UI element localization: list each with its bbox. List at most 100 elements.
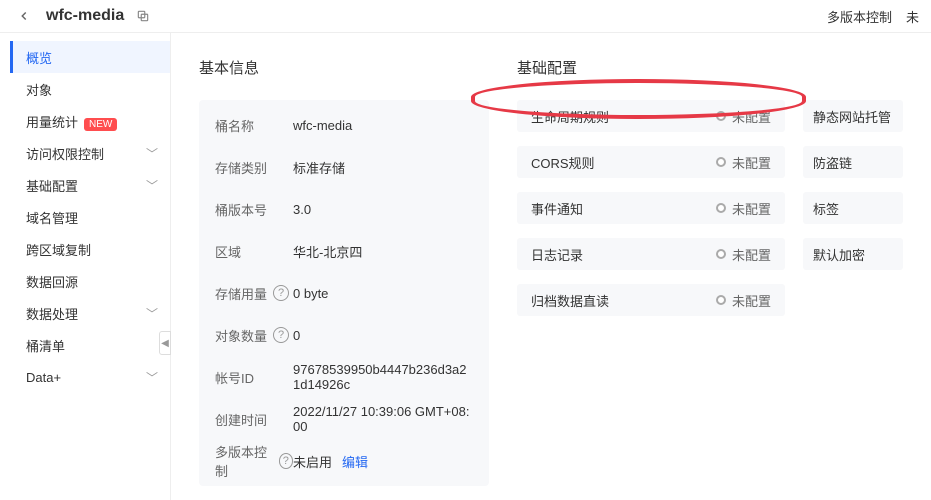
basic-config-title: 基础配置	[517, 57, 903, 78]
config-item-label: 标签	[813, 199, 839, 218]
config-item-归档数据直读[interactable]: 归档数据直读 未配置	[517, 284, 785, 316]
sidebar-item-8[interactable]: 数据处理 ﹀	[10, 297, 170, 329]
info-value: 0	[293, 328, 300, 343]
info-label: 对象数量?	[215, 326, 293, 345]
sidebar-collapse-handle[interactable]: ◀	[159, 331, 171, 355]
info-label: 桶版本号	[215, 200, 293, 219]
info-label: 区域	[215, 242, 293, 261]
info-value: 0 byte	[293, 286, 328, 301]
info-value: 2022/11/27 10:39:06 GMT+08:00	[293, 404, 473, 434]
config-item-label: CORS规则	[531, 153, 595, 172]
config-item-标签[interactable]: 标签	[803, 192, 903, 224]
config-item-label: 事件通知	[531, 199, 583, 218]
config-item-静态网站托管[interactable]: 静态网站托管	[803, 100, 903, 132]
status-dot-icon	[716, 111, 726, 121]
sidebar-item-2[interactable]: 用量统计NEW	[10, 105, 170, 137]
config-item-默认加密[interactable]: 默认加密	[803, 238, 903, 270]
status-badge: 未配置	[716, 245, 771, 264]
info-row-2: 桶版本号3.0	[215, 188, 473, 230]
chevron-down-icon: ﹀	[146, 305, 158, 322]
info-label: 多版本控制?	[215, 442, 293, 480]
header-link-truncated[interactable]: 未	[906, 7, 919, 26]
sidebar-item-1[interactable]: 对象	[10, 73, 170, 105]
sidebar-item-10[interactable]: Data+ ﹀	[10, 361, 170, 393]
sidebar-item-label: Data+	[26, 370, 61, 385]
config-item-label: 静态网站托管	[813, 107, 891, 126]
config-item-防盗链[interactable]: 防盗链	[803, 146, 903, 178]
sidebar-item-label: 访问权限控制	[26, 144, 104, 163]
help-icon[interactable]: ?	[273, 285, 289, 301]
sidebar-item-4[interactable]: 基础配置 ﹀	[10, 169, 170, 201]
config-item-label: 生命周期规则	[531, 107, 609, 126]
sidebar-item-label: 数据回源	[26, 272, 78, 291]
sidebar: 概览对象用量统计NEW 访问权限控制 ﹀ 基础配置 ﹀ 域名管理跨区域复制数据回源数据处理…	[0, 33, 171, 500]
status-dot-icon	[716, 249, 726, 259]
sidebar-item-label: 域名管理	[26, 208, 78, 227]
sidebar-item-label: 桶清单	[26, 336, 65, 355]
sidebar-item-5[interactable]: 域名管理	[10, 201, 170, 233]
config-item-label: 默认加密	[813, 245, 865, 264]
header-actions: 多版本控制 未	[827, 7, 919, 26]
sidebar-item-label: 数据处理	[26, 304, 78, 323]
info-label: 存储用量?	[215, 284, 293, 303]
info-value: wfc-media	[293, 118, 352, 133]
sidebar-item-label: 概览	[26, 48, 52, 67]
status-dot-icon	[716, 157, 726, 167]
new-badge: NEW	[84, 118, 117, 131]
info-value: 3.0	[293, 202, 311, 217]
sidebar-item-3[interactable]: 访问权限控制 ﹀	[10, 137, 170, 169]
status-badge: 未配置	[716, 153, 771, 172]
info-row-1: 存储类别标准存储	[215, 146, 473, 188]
info-label: 存储类别	[215, 158, 293, 177]
sidebar-item-label: 基础配置	[26, 176, 78, 195]
status-dot-icon	[716, 203, 726, 213]
config-item-label: 日志记录	[531, 245, 583, 264]
info-label: 帐号ID	[215, 368, 293, 387]
chevron-down-icon: ﹀	[146, 145, 158, 162]
info-value: 标准存储	[293, 158, 345, 177]
info-row-7: 创建时间2022/11/27 10:39:06 GMT+08:00	[215, 398, 473, 440]
back-button[interactable]	[12, 4, 36, 28]
info-label: 桶名称	[215, 116, 293, 135]
chevron-down-icon: ﹀	[146, 369, 158, 386]
copy-icon[interactable]	[134, 7, 152, 25]
main-content: 基本信息 桶名称wfc-media存储类别标准存储桶版本号3.0区域华北-北京四…	[171, 33, 931, 500]
sidebar-item-7[interactable]: 数据回源	[10, 265, 170, 297]
config-col-left: 生命周期规则未配置CORS规则未配置事件通知未配置日志记录未配置归档数据直读未配…	[517, 100, 785, 316]
info-value: 华北-北京四	[293, 242, 362, 261]
config-item-事件通知[interactable]: 事件通知 未配置	[517, 192, 785, 224]
sidebar-item-label: 用量统计NEW	[26, 112, 117, 131]
page-title: wfc-media	[46, 7, 124, 25]
sidebar-item-label: 对象	[26, 80, 52, 99]
sidebar-item-6[interactable]: 跨区域复制	[10, 233, 170, 265]
info-row-3: 区域华北-北京四	[215, 230, 473, 272]
sidebar-item-9[interactable]: 桶清单	[10, 329, 170, 361]
config-col-right: 静态网站托管防盗链标签默认加密	[803, 100, 903, 316]
config-item-CORS规则[interactable]: CORS规则 未配置	[517, 146, 785, 178]
chevron-down-icon: ﹀	[146, 177, 158, 194]
help-icon[interactable]: ?	[279, 453, 293, 469]
basic-info-title: 基本信息	[199, 57, 489, 78]
header-link-versioning[interactable]: 多版本控制	[827, 7, 892, 26]
info-row-0: 桶名称wfc-media	[215, 104, 473, 146]
config-item-生命周期规则[interactable]: 生命周期规则 未配置	[517, 100, 785, 132]
help-icon[interactable]: ?	[273, 327, 289, 343]
status-badge: 未配置	[716, 107, 771, 126]
status-dot-icon	[716, 295, 726, 305]
config-item-label: 归档数据直读	[531, 291, 609, 310]
sidebar-item-0[interactable]: 概览	[10, 41, 170, 73]
info-value: 未启用编辑	[293, 452, 368, 471]
config-item-label: 防盗链	[813, 153, 852, 172]
edit-link[interactable]: 编辑	[342, 452, 368, 471]
info-row-8: 多版本控制?未启用编辑	[215, 440, 473, 482]
basic-info-panel: 桶名称wfc-media存储类别标准存储桶版本号3.0区域华北-北京四存储用量?…	[199, 100, 489, 486]
info-row-4: 存储用量?0 byte	[215, 272, 473, 314]
config-item-日志记录[interactable]: 日志记录 未配置	[517, 238, 785, 270]
info-label: 创建时间	[215, 410, 293, 429]
info-value: 97678539950b4447b236d3a21d14926c	[293, 362, 473, 392]
sidebar-item-label: 跨区域复制	[26, 240, 91, 259]
status-badge: 未配置	[716, 291, 771, 310]
status-badge: 未配置	[716, 199, 771, 218]
info-row-5: 对象数量?0	[215, 314, 473, 356]
info-row-6: 帐号ID97678539950b4447b236d3a21d14926c	[215, 356, 473, 398]
